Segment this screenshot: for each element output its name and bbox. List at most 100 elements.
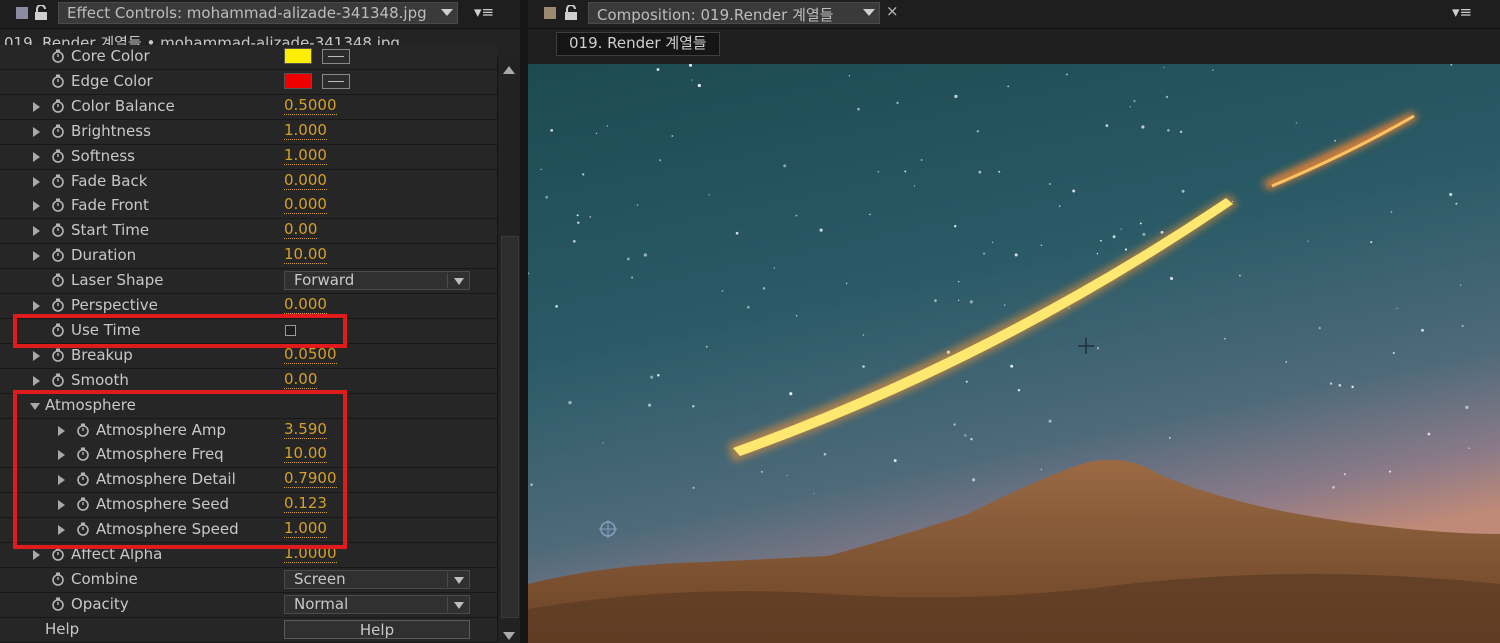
property-row[interactable]: Laser Shape Forward: [0, 269, 497, 294]
scrollbar[interactable]: [497, 56, 520, 643]
property-row[interactable]: Fade Front 0.000: [0, 194, 497, 219]
twirl-right-icon[interactable]: [33, 201, 40, 211]
eyedropper-icon[interactable]: [322, 74, 350, 89]
twirl-right-icon[interactable]: [33, 152, 40, 162]
property-row[interactable]: Help Help: [0, 618, 497, 643]
property-value[interactable]: 0.000: [284, 296, 327, 314]
composition-panel: Composition: 019.Render 계열들 × ▾≡ 019. Re…: [528, 0, 1500, 643]
property-value[interactable]: 0.000: [284, 196, 327, 214]
property-value[interactable]: 0.5000: [284, 97, 337, 115]
panel-square-icon[interactable]: [544, 7, 556, 19]
twirl-right-icon[interactable]: [33, 251, 40, 261]
stopwatch-icon[interactable]: [51, 373, 65, 387]
property-value[interactable]: 0.0500: [284, 346, 337, 364]
chevron-down-icon[interactable]: [441, 9, 453, 16]
help-label: Help: [45, 620, 80, 638]
stopwatch-icon[interactable]: [51, 74, 65, 88]
chevron-down-icon: [454, 577, 464, 584]
tab-composition-title: Composition: 019.Render 계열들: [597, 6, 834, 24]
twirl-right-icon[interactable]: [33, 102, 40, 112]
property-row[interactable]: Edge Color: [0, 70, 497, 95]
stopwatch-icon[interactable]: [51, 198, 65, 212]
property-row[interactable]: Start Time 0.00: [0, 219, 497, 244]
stopwatch-icon[interactable]: [51, 572, 65, 586]
highlight-atmosphere: [13, 390, 347, 549]
property-row[interactable]: Duration 10.00: [0, 244, 497, 269]
property-dropdown[interactable]: Forward: [284, 271, 470, 290]
property-label: Laser Shape: [71, 271, 164, 289]
twirl-right-icon[interactable]: [33, 550, 40, 560]
stopwatch-icon[interactable]: [51, 348, 65, 362]
stopwatch-icon[interactable]: [51, 597, 65, 611]
stopwatch-icon[interactable]: [51, 49, 65, 63]
property-label: Color Balance: [71, 97, 175, 115]
property-label: Softness: [71, 147, 135, 165]
property-row[interactable]: Color Balance 0.5000: [0, 95, 497, 120]
highlight-use-time: [13, 314, 347, 348]
property-row[interactable]: Combine Screen: [0, 568, 497, 593]
tab-effect-controls-title: Effect Controls: mohammad-alizade-341348…: [67, 4, 427, 22]
color-swatch[interactable]: [284, 48, 312, 64]
help-button[interactable]: Help: [284, 620, 470, 639]
property-row[interactable]: Opacity Normal: [0, 593, 497, 618]
eyedropper-icon[interactable]: [322, 49, 350, 64]
property-dropdown[interactable]: Screen: [284, 570, 470, 589]
comp-breadcrumb-chip[interactable]: 019. Render 계열들: [556, 32, 720, 56]
twirl-right-icon[interactable]: [33, 351, 40, 361]
stopwatch-icon[interactable]: [51, 174, 65, 188]
property-value[interactable]: 0.00: [284, 371, 318, 389]
property-label: Brightness: [71, 122, 151, 140]
chevron-down-icon: [454, 278, 464, 285]
property-value[interactable]: 1.000: [284, 122, 327, 140]
scroll-down-icon[interactable]: [503, 632, 515, 640]
property-label: Edge Color: [71, 72, 153, 90]
stopwatch-icon[interactable]: [51, 223, 65, 237]
stopwatch-icon[interactable]: [51, 298, 65, 312]
property-row[interactable]: Brightness 1.000: [0, 120, 497, 145]
panel-square-icon[interactable]: [16, 7, 28, 19]
lock-icon[interactable]: [564, 5, 578, 20]
panel-divider[interactable]: [520, 0, 528, 643]
lock-icon[interactable]: [34, 5, 48, 20]
close-icon[interactable]: ×: [886, 2, 899, 20]
property-label: Fade Front: [71, 196, 149, 214]
property-label: Start Time: [71, 221, 150, 239]
stopwatch-icon[interactable]: [51, 273, 65, 287]
property-label: Combine: [71, 570, 138, 588]
property-value[interactable]: 0.00: [284, 221, 318, 239]
dropdown-value: Normal: [294, 595, 349, 613]
twirl-right-icon[interactable]: [33, 376, 40, 386]
tab-effect-controls[interactable]: Effect Controls: mohammad-alizade-341348…: [58, 2, 458, 24]
scroll-up-icon[interactable]: [503, 66, 515, 74]
stopwatch-icon[interactable]: [51, 248, 65, 262]
property-label: Breakup: [71, 346, 133, 364]
composition-nav: 019. Render 계열들: [528, 29, 1500, 63]
dropdown-value: Screen: [294, 570, 346, 588]
property-value[interactable]: 0.000: [284, 172, 327, 190]
chevron-down-icon[interactable]: [863, 9, 875, 16]
tab-composition[interactable]: Composition: 019.Render 계열들: [588, 2, 880, 24]
scrollbar-thumb[interactable]: [501, 236, 519, 618]
stopwatch-icon[interactable]: [51, 149, 65, 163]
panel-menu-icon[interactable]: ▾≡: [474, 5, 496, 21]
twirl-right-icon[interactable]: [33, 226, 40, 236]
twirl-right-icon[interactable]: [33, 177, 40, 187]
property-dropdown[interactable]: Normal: [284, 595, 470, 614]
stopwatch-icon[interactable]: [51, 547, 65, 561]
property-value[interactable]: 1.000: [284, 147, 327, 165]
property-label: Fade Back: [71, 172, 148, 190]
property-row[interactable]: Softness 1.000: [0, 145, 497, 170]
color-swatch[interactable]: [284, 73, 312, 89]
twirl-right-icon[interactable]: [33, 301, 40, 311]
twirl-right-icon[interactable]: [33, 127, 40, 137]
stopwatch-icon[interactable]: [51, 99, 65, 113]
property-value[interactable]: 10.00: [284, 246, 327, 264]
dropdown-value: Forward: [294, 271, 355, 289]
property-row[interactable]: Core Color: [0, 45, 497, 70]
stopwatch-icon[interactable]: [51, 124, 65, 138]
effect-controls-panel: Effect Controls: mohammad-alizade-341348…: [0, 0, 520, 643]
panel-menu-icon[interactable]: ▾≡: [1452, 5, 1474, 21]
property-row[interactable]: Fade Back 0.000: [0, 170, 497, 195]
chevron-down-icon: [454, 602, 464, 609]
composition-viewer[interactable]: [528, 64, 1500, 643]
